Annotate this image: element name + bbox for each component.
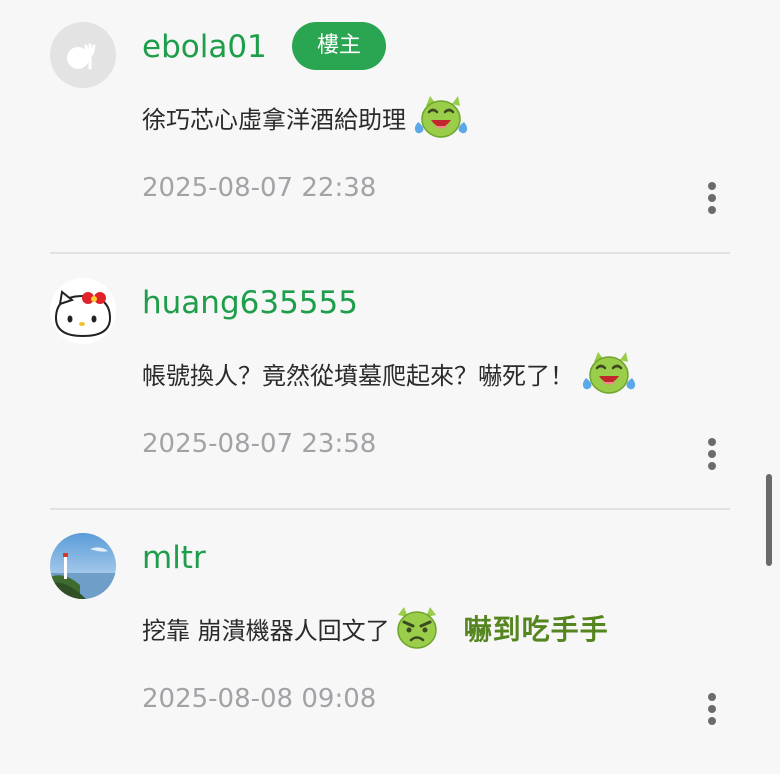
sticker-caption: 嚇到吃手手 xyxy=(463,613,609,646)
landscape-avatar-icon xyxy=(50,533,116,599)
comment-body: 帳號換人？竟然從墳墓爬起來？嚇死了！ xyxy=(142,344,638,402)
more-options-icon[interactable] xyxy=(696,176,728,220)
hello-kitty-avatar-icon xyxy=(50,278,116,344)
divider xyxy=(50,508,730,510)
comment-text: 帳號換人？竟然從墳墓爬起來？嚇死了！ xyxy=(142,361,574,390)
comment-item: ebola01 樓主 徐巧芯心虛拿洋酒給助理 2025-08-07 22:38 xyxy=(0,0,780,255)
user-avatar[interactable] xyxy=(50,22,116,88)
comment-text: 挖靠 崩潰機器人回文了 xyxy=(142,616,390,645)
comment-body: 挖靠 崩潰機器人回文了 嚇到吃手手 xyxy=(142,599,609,657)
comment-timestamp: 2025-08-07 23:58 xyxy=(142,429,377,459)
op-badge: 樓主 xyxy=(292,22,386,70)
user-avatar[interactable] xyxy=(50,533,116,599)
more-options-icon[interactable] xyxy=(696,687,728,731)
username-link[interactable]: ebola01 xyxy=(142,26,267,68)
angry-face-emoji-icon xyxy=(392,603,450,653)
comment-timestamp: 2025-08-07 22:38 xyxy=(142,173,377,203)
more-options-icon[interactable] xyxy=(696,432,728,476)
crying-laughing-emoji-icon xyxy=(580,348,638,398)
user-avatar[interactable] xyxy=(50,278,116,344)
username-link[interactable]: mltr xyxy=(142,537,206,579)
comment-text: 徐巧芯心虛拿洋酒給助理 xyxy=(142,105,406,134)
comment-timestamp: 2025-08-08 09:08 xyxy=(142,684,377,714)
comment-body: 徐巧芯心虛拿洋酒給助理 xyxy=(142,88,470,146)
default-avatar-icon xyxy=(50,22,116,88)
username-link[interactable]: huang635555 xyxy=(142,282,358,324)
scrollbar-thumb[interactable] xyxy=(766,474,772,566)
comment-item: huang635555 帳號換人？竟然從墳墓爬起來？嚇死了！ 2025-08-0… xyxy=(0,256,780,511)
comment-item: mltr 挖靠 崩潰機器人回文了 嚇到吃手手 2025-08-08 09:08 xyxy=(0,511,780,766)
crying-laughing-emoji-icon xyxy=(412,92,470,142)
divider xyxy=(50,252,730,254)
